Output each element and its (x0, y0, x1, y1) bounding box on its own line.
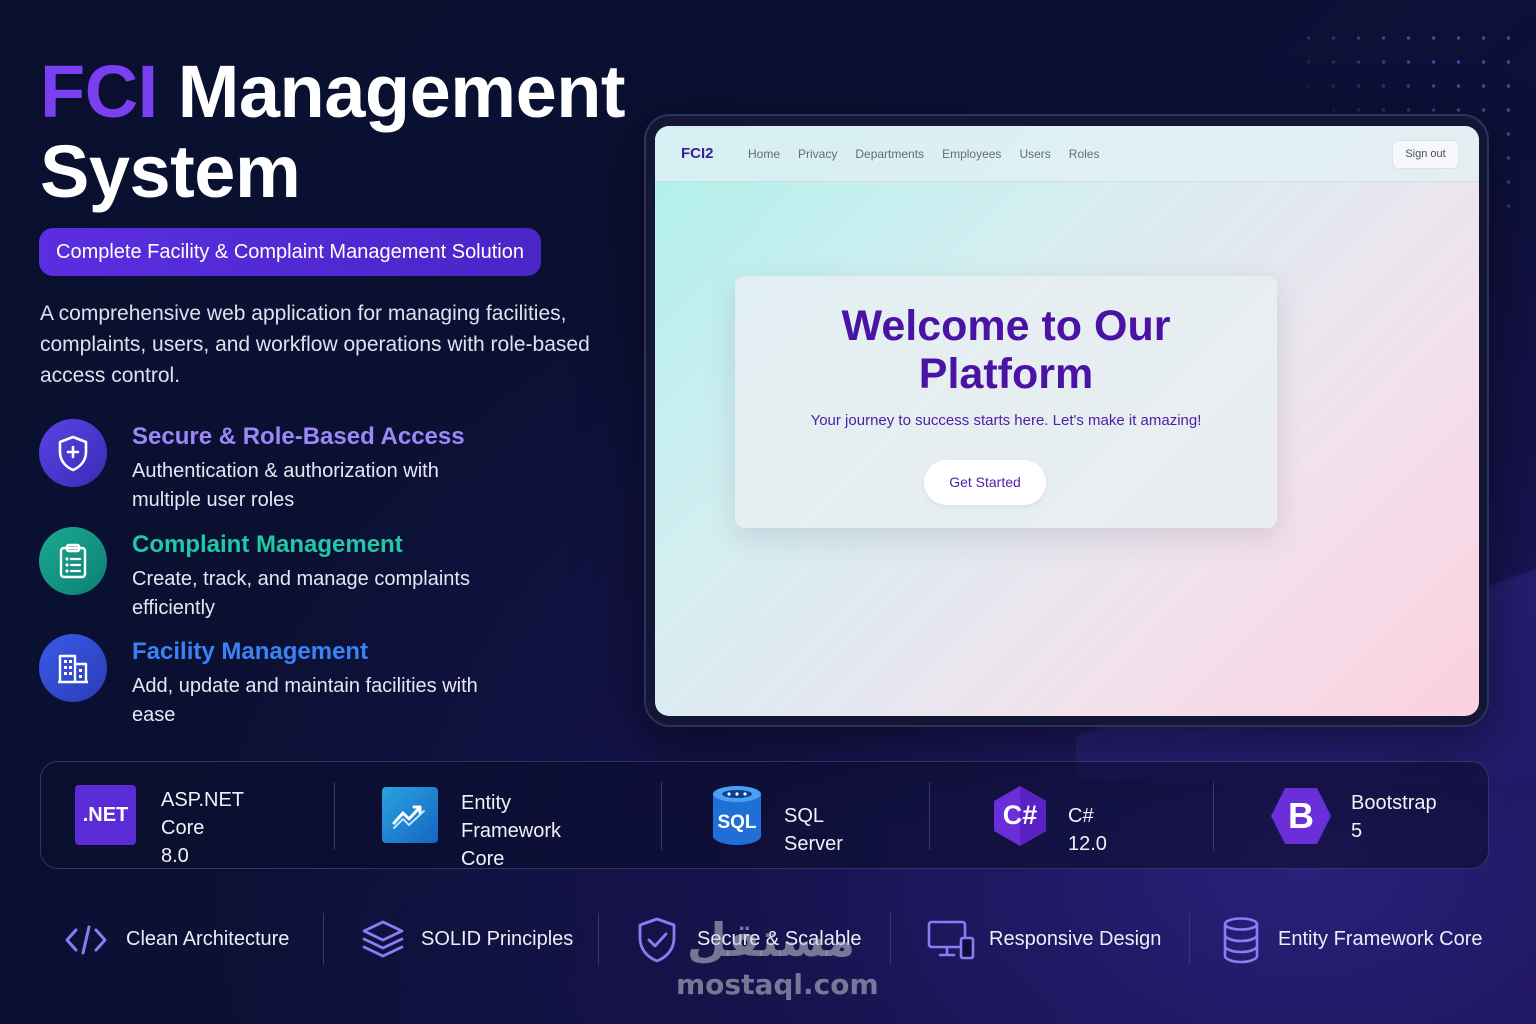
feature-title: Secure & Role-Based Access (132, 423, 465, 450)
nav-link-users[interactable]: Users (1019, 147, 1050, 161)
page-title: FCI Management System (40, 50, 626, 213)
watermark: مستقل mostaql.com (676, 913, 879, 1001)
nav-link-roles[interactable]: Roles (1069, 147, 1100, 161)
welcome-card: Welcome to Our Platform Your journey to s… (735, 276, 1277, 528)
welcome-tagline: Your journey to success starts here. Let… (810, 412, 1202, 429)
feature-desc: Create, track, and manage complaints eff… (132, 568, 470, 619)
dotnet-icon: .NET (75, 785, 136, 845)
entity-framework-icon (382, 787, 438, 843)
clipboard-icon (39, 527, 107, 595)
layers-icon (360, 918, 406, 967)
nav-link-home[interactable]: Home (748, 147, 780, 161)
nav-link-privacy[interactable]: Privacy (798, 147, 837, 161)
nav-link-employees[interactable]: Employees (942, 147, 1001, 161)
principle-entity-framework-core: Entity Framework Core (1222, 912, 1502, 968)
code-icon (64, 924, 108, 961)
principle-responsive-design: Responsive Design (926, 912, 1166, 968)
welcome-heading: Welcome to Our Platform (841, 302, 1171, 398)
shield-icon (39, 419, 107, 487)
csharp-icon: C# (992, 785, 1048, 847)
feature-desc: Authentication & authorization with mult… (132, 460, 439, 511)
tech-stack-bar: .NET ASP.NET Core 8.0 Entity Framework Cor… (40, 761, 1489, 870)
feature-title: Facility Management (132, 638, 369, 665)
subtitle-pill: Complete Facility & Complaint Management… (39, 228, 541, 276)
sql-server-icon: SQL (711, 784, 763, 846)
devices-icon (926, 918, 976, 967)
principle-solid: SOLID Principles (360, 912, 580, 968)
get-started-button[interactable]: Get Started (924, 460, 1046, 505)
shield-check-icon (636, 916, 678, 969)
intro-text: A comprehensive web application for mana… (40, 302, 590, 387)
principle-clean-architecture: Clean Architecture (64, 912, 304, 968)
nav-link-departments[interactable]: Departments (855, 147, 924, 161)
sign-out-button[interactable]: Sign out (1392, 140, 1459, 169)
feature-desc: Add, update and maintain facilities with… (132, 675, 478, 726)
app-screen: FCI2 Home Privacy Departments Employees … (655, 126, 1479, 716)
feature-title: Complaint Management (132, 531, 403, 558)
database-icon (1222, 916, 1260, 969)
nav-links: Home Privacy Departments Employees Users… (748, 147, 1117, 161)
app-brand[interactable]: FCI2 (681, 145, 714, 162)
building-icon (39, 634, 107, 702)
bootstrap-icon: B (1269, 786, 1333, 846)
tablet-mockup: FCI2 Home Privacy Departments Employees … (644, 114, 1489, 727)
app-navbar: FCI2 Home Privacy Departments Employees … (655, 126, 1479, 182)
